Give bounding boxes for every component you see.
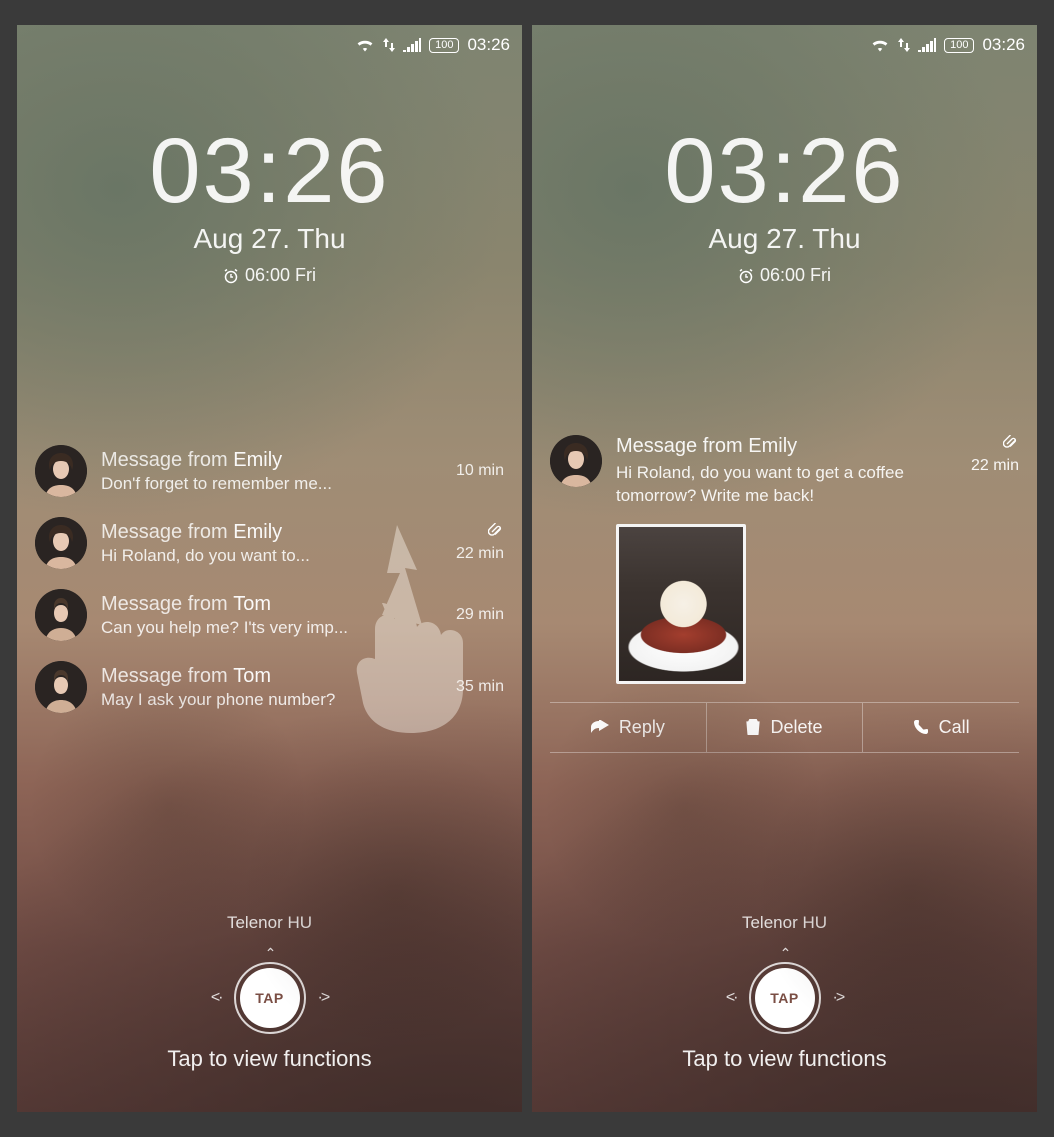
arrow-left-icon: <· [211, 989, 222, 1007]
lockscreen-list: 100 03:26 03:26 Aug 27. Thu 06:00 Fri Me… [17, 25, 522, 1112]
expanded-notification[interactable]: Message from Emily Hi Roland, do you wan… [550, 435, 1019, 753]
notification-actions: Reply Delete Call [550, 702, 1019, 753]
call-button[interactable]: Call [862, 703, 1019, 752]
alarm-icon [223, 268, 239, 284]
avatar [35, 589, 87, 641]
clock-date: Aug 27. Thu [532, 223, 1037, 255]
carrier-label: Telenor HU [532, 913, 1037, 933]
status-time: 03:26 [467, 35, 510, 55]
tap-hint: Tap to view functions [532, 1046, 1037, 1072]
battery-level: 100 [429, 38, 459, 53]
status-bar: 100 03:26 [355, 25, 522, 65]
alarm-icon [738, 268, 754, 284]
attachment-icon [1003, 435, 1019, 451]
trash-icon [746, 719, 760, 735]
notification-time: 22 min [971, 457, 1019, 475]
clock-time: 03:26 [532, 125, 1037, 217]
notification-body: Hi Roland, do you want to get a coffee t… [616, 462, 957, 508]
attachment-thumbnail[interactable] [616, 524, 746, 684]
tap-button[interactable]: TAP [240, 968, 300, 1028]
arrow-up-icon: ⌃ [17, 945, 522, 962]
clock-time: 03:26 [17, 125, 522, 217]
tap-gesture-icon [327, 515, 497, 735]
avatar [35, 517, 87, 569]
notification-item[interactable]: Message from Emily Don'f forget to remem… [35, 435, 504, 507]
wifi-icon [355, 37, 375, 53]
clock-block: 03:26 Aug 27. Thu 06:00 Fri [532, 125, 1037, 289]
delete-button[interactable]: Delete [706, 703, 863, 752]
alarm-label: 06:00 Fri [245, 265, 316, 286]
arrow-right-icon: ·> [318, 989, 329, 1007]
arrow-left-icon: <· [726, 989, 737, 1007]
carrier-label: Telenor HU [17, 913, 522, 933]
status-time: 03:26 [982, 35, 1025, 55]
lockscreen-expanded: 100 03:26 03:26 Aug 27. Thu 06:00 Fri Me… [532, 25, 1037, 1112]
notification-title: Message from Emily [101, 449, 442, 472]
data-icon [383, 37, 395, 53]
avatar [35, 661, 87, 713]
wifi-icon [870, 37, 890, 53]
clock-date: Aug 27. Thu [17, 223, 522, 255]
arrow-right-icon: ·> [833, 989, 844, 1007]
tap-hint: Tap to view functions [17, 1046, 522, 1072]
reply-button[interactable]: Reply [550, 703, 706, 752]
avatar [550, 435, 602, 487]
battery-level: 100 [944, 38, 974, 53]
clock-alarm: 06:00 Fri [738, 265, 831, 286]
clock-alarm: 06:00 Fri [223, 265, 316, 286]
avatar [35, 445, 87, 497]
notification-time: 10 min [456, 462, 504, 480]
notification-title: Message from Emily [616, 435, 957, 458]
tap-button[interactable]: TAP [755, 968, 815, 1028]
notification-preview: Don'f forget to remember me... [101, 474, 442, 494]
data-icon [898, 37, 910, 53]
reply-icon [591, 720, 609, 734]
arrow-up-icon: ⌃ [532, 945, 1037, 962]
signal-icon [403, 38, 421, 52]
clock-block: 03:26 Aug 27. Thu 06:00 Fri [17, 125, 522, 289]
phone-icon [913, 719, 929, 735]
status-bar: 100 03:26 [870, 25, 1037, 65]
alarm-label: 06:00 Fri [760, 265, 831, 286]
signal-icon [918, 38, 936, 52]
